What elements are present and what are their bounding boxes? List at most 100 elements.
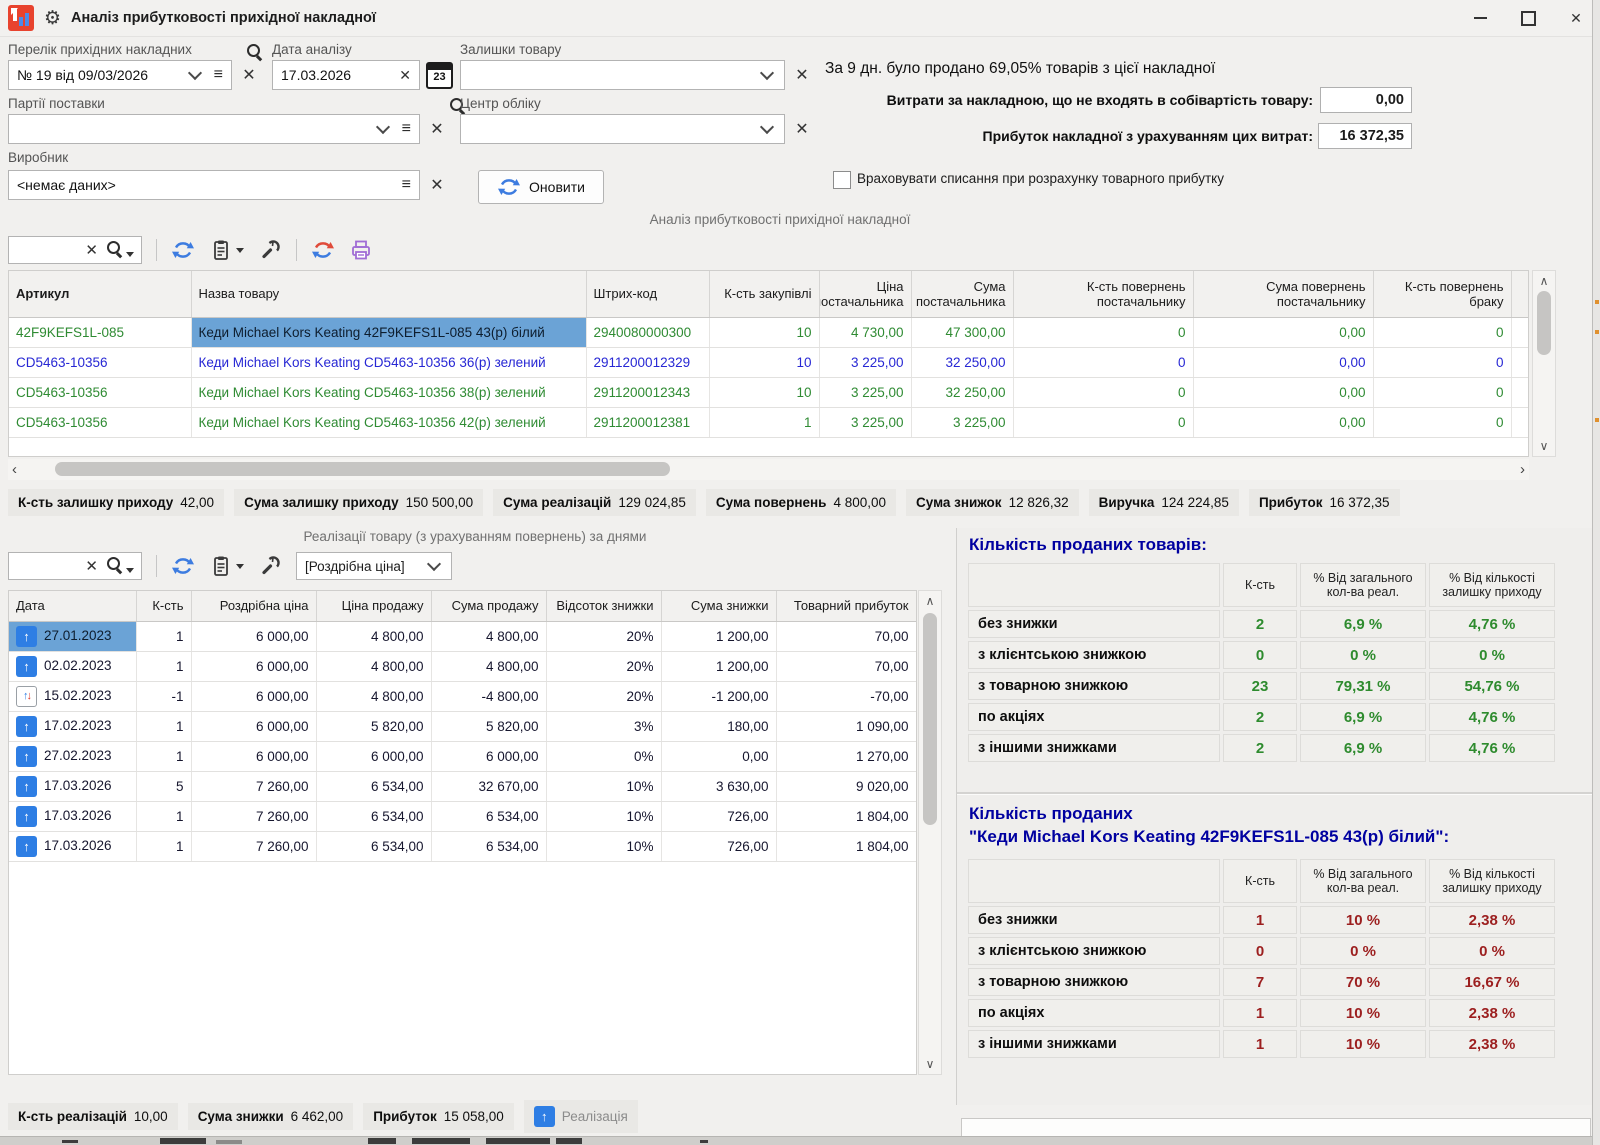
- column-header-qty[interactable]: К-сть: [136, 591, 191, 621]
- cell-profit[interactable]: 9 020,00: [776, 771, 916, 801]
- cell-discount-pct[interactable]: 3%: [546, 711, 661, 741]
- cell-sumreturn[interactable]: 0,00: [1193, 347, 1373, 377]
- cell-date[interactable]: ↑17.03.2026: [9, 771, 136, 801]
- cell-qtyreturn[interactable]: 0: [1013, 317, 1193, 347]
- cell-discount-pct[interactable]: 10%: [546, 831, 661, 861]
- cell-sale-sum[interactable]: 32 670,00: [431, 771, 546, 801]
- cell-qty[interactable]: 1: [136, 741, 191, 771]
- clipboard-icon[interactable]: [209, 238, 244, 262]
- batches-combo[interactable]: ≡: [8, 114, 420, 144]
- cell-sumreturn[interactable]: 0,00: [1193, 377, 1373, 407]
- cell-sale-sum[interactable]: 6 534,00: [431, 831, 546, 861]
- column-header-artikul[interactable]: Артикул: [9, 271, 191, 317]
- column-header-sumreturn[interactable]: Сума повернень постачальнику: [1193, 271, 1373, 317]
- cell-sum[interactable]: 32 250,00: [911, 347, 1013, 377]
- cell-barcode[interactable]: 2911200012343: [586, 377, 709, 407]
- clear-invoice-icon[interactable]: ✕: [238, 64, 260, 86]
- cell-qty[interactable]: 10: [709, 347, 819, 377]
- clear-stock-icon[interactable]: ✕: [791, 64, 813, 86]
- center-combo[interactable]: [460, 114, 785, 144]
- clear-search-icon[interactable]: ✕: [85, 241, 98, 259]
- chevron-down-icon[interactable]: [188, 66, 202, 80]
- cell-sum[interactable]: 47 300,00: [911, 317, 1013, 347]
- refresh-icon[interactable]: [171, 554, 195, 578]
- search-icon[interactable]: [106, 556, 134, 576]
- column-header-name[interactable]: Назва товару: [191, 271, 586, 317]
- cell-barcode[interactable]: 2940080000300: [586, 317, 709, 347]
- column-header-price[interactable]: Ціна постачальника: [819, 271, 911, 317]
- main-vertical-scrollbar[interactable]: ∧ ∨: [1532, 270, 1556, 457]
- manufacturer-combo[interactable]: <немає даних> ≡: [8, 170, 420, 200]
- search-input[interactable]: ✕: [8, 236, 142, 264]
- clear-search-icon[interactable]: ✕: [85, 557, 98, 575]
- price-type-select[interactable]: [Роздрібна ціна]: [296, 552, 452, 580]
- column-header-f[interactable]: [1511, 271, 1528, 317]
- column-header-discount-pct[interactable]: Відсоток знижки: [546, 591, 661, 621]
- cell-discount-sum[interactable]: 3 630,00: [661, 771, 776, 801]
- cell-barcode[interactable]: 2911200012381: [586, 407, 709, 437]
- chevron-down-icon[interactable]: [760, 120, 774, 134]
- cell-retail-price[interactable]: 7 260,00: [191, 771, 316, 801]
- clear-center-icon[interactable]: ✕: [791, 118, 813, 140]
- cell-price[interactable]: 4 730,00: [819, 317, 911, 347]
- search-input[interactable]: ✕: [8, 552, 142, 580]
- cell-sale-price[interactable]: 4 800,00: [316, 621, 431, 651]
- cell-sum[interactable]: 3 225,00: [911, 407, 1013, 437]
- cell-date[interactable]: ↑17.03.2026: [9, 831, 136, 861]
- cell-name[interactable]: Кеди Michael Kors Keating 42F9KEFS1L-085…: [191, 317, 586, 347]
- column-header-date[interactable]: Дата: [9, 591, 136, 621]
- column-header-sum[interactable]: Сума постачальника: [911, 271, 1013, 317]
- cell-price[interactable]: 3 225,00: [819, 407, 911, 437]
- cell-sale-sum[interactable]: 5 820,00: [431, 711, 546, 741]
- column-header-sale-sum[interactable]: Сума продажу: [431, 591, 546, 621]
- cell-profit[interactable]: 70,00: [776, 621, 916, 651]
- column-header-profit[interactable]: Товарний прибуток: [776, 591, 916, 621]
- cell-discount-sum[interactable]: 726,00: [661, 801, 776, 831]
- cell-date[interactable]: ↑↓15.02.2023: [9, 681, 136, 711]
- maximize-button[interactable]: [1504, 0, 1552, 36]
- cell-profit[interactable]: 1 804,00: [776, 831, 916, 861]
- cell-retail-price[interactable]: 6 000,00: [191, 741, 316, 771]
- search-icon[interactable]: [246, 43, 263, 60]
- wrench-icon[interactable]: [258, 238, 282, 262]
- refresh-button[interactable]: Оновити: [478, 170, 604, 204]
- column-header-retail-price[interactable]: Роздрібна ціна: [191, 591, 316, 621]
- cell-profit[interactable]: 1 090,00: [776, 711, 916, 741]
- column-header-barcode[interactable]: Штрих-код: [586, 271, 709, 317]
- cell-qtyreturn[interactable]: 0: [1013, 377, 1193, 407]
- cell-name[interactable]: Кеди Michael Kors Keating CD5463-10356 4…: [191, 407, 586, 437]
- cell-retail-price[interactable]: 6 000,00: [191, 711, 316, 741]
- cell-qty[interactable]: 10: [709, 377, 819, 407]
- cell-discount-pct[interactable]: 10%: [546, 801, 661, 831]
- stock-combo[interactable]: [460, 60, 785, 90]
- cell-qty[interactable]: 1: [136, 621, 191, 651]
- cell-qtydefect[interactable]: 0: [1373, 377, 1511, 407]
- cell-sale-price[interactable]: 6 534,00: [316, 831, 431, 861]
- cell-profit[interactable]: 70,00: [776, 651, 916, 681]
- cell-discount-sum[interactable]: 0,00: [661, 741, 776, 771]
- cell-sale-sum[interactable]: 4 800,00: [431, 621, 546, 651]
- sales-vertical-scrollbar[interactable]: ∧ ∨: [918, 590, 942, 1075]
- cell-discount-sum[interactable]: 1 200,00: [661, 621, 776, 651]
- refresh-prices-icon[interactable]: [311, 238, 335, 262]
- cell-sale-sum[interactable]: 4 800,00: [431, 651, 546, 681]
- column-header-sale-price[interactable]: Ціна продажу: [316, 591, 431, 621]
- cell-sale-price[interactable]: 6 000,00: [316, 741, 431, 771]
- printer-icon[interactable]: [349, 238, 373, 262]
- cell-qtyreturn[interactable]: 0: [1013, 347, 1193, 377]
- cell-artikul[interactable]: CD5463-10356: [9, 347, 191, 377]
- chevron-down-icon[interactable]: [376, 120, 390, 134]
- minimize-button[interactable]: [1456, 0, 1504, 36]
- cell-discount-pct[interactable]: 0%: [546, 741, 661, 771]
- cell-sale-sum[interactable]: 6 534,00: [431, 801, 546, 831]
- clear-manufacturer-icon[interactable]: ✕: [426, 174, 448, 196]
- cell-qtydefect[interactable]: 0: [1373, 407, 1511, 437]
- cell-retail-price[interactable]: 7 260,00: [191, 801, 316, 831]
- cell-sale-price[interactable]: 6 534,00: [316, 801, 431, 831]
- cell-name[interactable]: Кеди Michael Kors Keating CD5463-10356 3…: [191, 347, 586, 377]
- cell-retail-price[interactable]: 6 000,00: [191, 651, 316, 681]
- cell-profit[interactable]: 1 270,00: [776, 741, 916, 771]
- cell-artikul[interactable]: 42F9KEFS1L-085: [9, 317, 191, 347]
- cell-date[interactable]: ↑17.03.2026: [9, 801, 136, 831]
- writeoff-checkbox[interactable]: [833, 171, 851, 189]
